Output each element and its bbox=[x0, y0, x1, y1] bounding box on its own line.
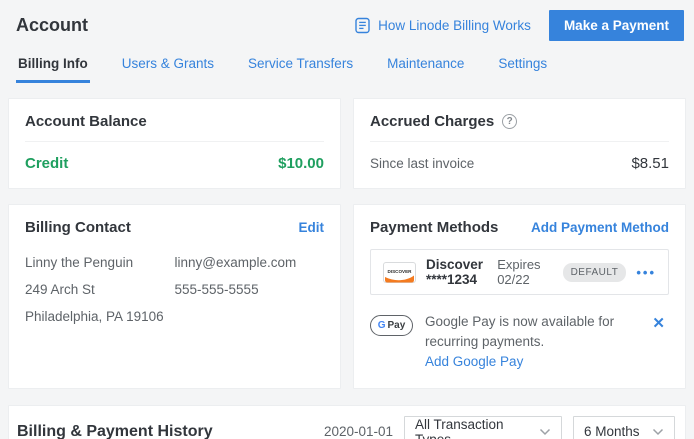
document-icon bbox=[354, 17, 371, 34]
contact-phone: 555-555-5555 bbox=[175, 276, 325, 303]
account-balance-title: Account Balance bbox=[25, 113, 147, 130]
account-balance-card: Account Balance Credit $10.00 bbox=[8, 98, 341, 189]
contact-name: Linny the Penguin bbox=[25, 249, 175, 276]
contact-email: linny@example.com bbox=[175, 249, 325, 276]
payment-method-row: DISCOVER Discover ****1234 Expires 02/22… bbox=[370, 249, 669, 295]
tab-service-transfers[interactable]: Service Transfers bbox=[246, 52, 355, 83]
chevron-down-icon bbox=[539, 428, 551, 436]
help-icon[interactable]: ? bbox=[502, 114, 517, 129]
tab-users-grants[interactable]: Users & Grants bbox=[120, 52, 216, 83]
accrued-charges-title: Accrued Charges bbox=[370, 113, 494, 130]
page-title: Account bbox=[16, 15, 88, 36]
history-start-date: 2020-01-01 bbox=[324, 424, 393, 439]
close-icon[interactable]: ✕ bbox=[648, 312, 669, 334]
svg-text:DISCOVER: DISCOVER bbox=[388, 269, 413, 274]
add-google-pay-link[interactable]: Add Google Pay bbox=[425, 354, 523, 369]
contact-address-column: Linny the Penguin 249 Arch St Philadelph… bbox=[25, 249, 175, 330]
google-pay-notice: G Pay Google Pay is now available for re… bbox=[370, 312, 669, 372]
add-payment-method-link[interactable]: Add Payment Method bbox=[531, 220, 669, 235]
accrued-charges-card: Accrued Charges ? Since last invoice $8.… bbox=[353, 98, 686, 189]
transaction-type-value: All Transaction Types bbox=[415, 417, 531, 439]
contact-address-line2: Philadelphia, PA 19106 bbox=[25, 303, 175, 330]
card-label: Discover ****1234 bbox=[426, 257, 485, 287]
history-filters: 2020-01-01 All Transaction Types 6 Month… bbox=[324, 416, 675, 439]
google-pay-icon: G Pay bbox=[370, 315, 413, 336]
how-billing-works-label: How Linode Billing Works bbox=[378, 18, 531, 33]
history-header: Billing & Payment History 2020-01-01 All… bbox=[9, 406, 685, 439]
edit-contact-link[interactable]: Edit bbox=[299, 220, 325, 235]
page-header: Account How Linode Billing Works Make a … bbox=[8, 0, 686, 40]
payment-methods-card: Payment Methods Add Payment Method DISCO… bbox=[353, 204, 686, 389]
transaction-type-select[interactable]: All Transaction Types bbox=[404, 416, 562, 439]
tab-maintenance[interactable]: Maintenance bbox=[385, 52, 466, 83]
summary-cards-row: Account Balance Credit $10.00 Accrued Ch… bbox=[8, 98, 686, 189]
time-range-select[interactable]: 6 Months bbox=[573, 416, 675, 439]
account-tabs: Billing Info Users & Grants Service Tran… bbox=[8, 40, 686, 83]
detail-cards-row: Billing Contact Edit Linny the Penguin 2… bbox=[8, 204, 686, 389]
how-billing-works-link[interactable]: How Linode Billing Works bbox=[354, 17, 531, 34]
credit-status-label: Credit bbox=[25, 155, 68, 172]
google-pay-text: Google Pay is now available for recurrin… bbox=[425, 312, 636, 372]
accrued-charges-amount: $8.51 bbox=[631, 155, 669, 172]
default-badge: DEFAULT bbox=[563, 263, 627, 282]
account-balance-amount: $10.00 bbox=[278, 155, 324, 172]
google-pay-message: Google Pay is now available for recurrin… bbox=[425, 312, 636, 352]
billing-contact-card: Billing Contact Edit Linny the Penguin 2… bbox=[8, 204, 341, 389]
since-last-invoice-label: Since last invoice bbox=[370, 156, 474, 171]
tab-settings[interactable]: Settings bbox=[496, 52, 549, 83]
tab-billing-info[interactable]: Billing Info bbox=[16, 52, 90, 83]
time-range-value: 6 Months bbox=[584, 424, 640, 439]
billing-contact-title: Billing Contact bbox=[25, 219, 131, 236]
history-title: Billing & Payment History bbox=[17, 423, 213, 439]
contact-address-line1: 249 Arch St bbox=[25, 276, 175, 303]
contact-info-column: linny@example.com 555-555-5555 bbox=[175, 249, 325, 330]
account-page: Account How Linode Billing Works Make a … bbox=[0, 0, 694, 439]
payment-method-actions-icon[interactable]: ••• bbox=[636, 266, 656, 279]
billing-history-section: Billing & Payment History 2020-01-01 All… bbox=[8, 405, 686, 439]
header-actions: How Linode Billing Works Make a Payment bbox=[354, 10, 684, 41]
payment-methods-title: Payment Methods bbox=[370, 219, 498, 236]
make-payment-button[interactable]: Make a Payment bbox=[549, 10, 684, 41]
chevron-down-icon bbox=[652, 428, 664, 436]
card-expiry: Expires 02/22 bbox=[497, 257, 540, 287]
discover-card-icon: DISCOVER bbox=[383, 262, 416, 283]
